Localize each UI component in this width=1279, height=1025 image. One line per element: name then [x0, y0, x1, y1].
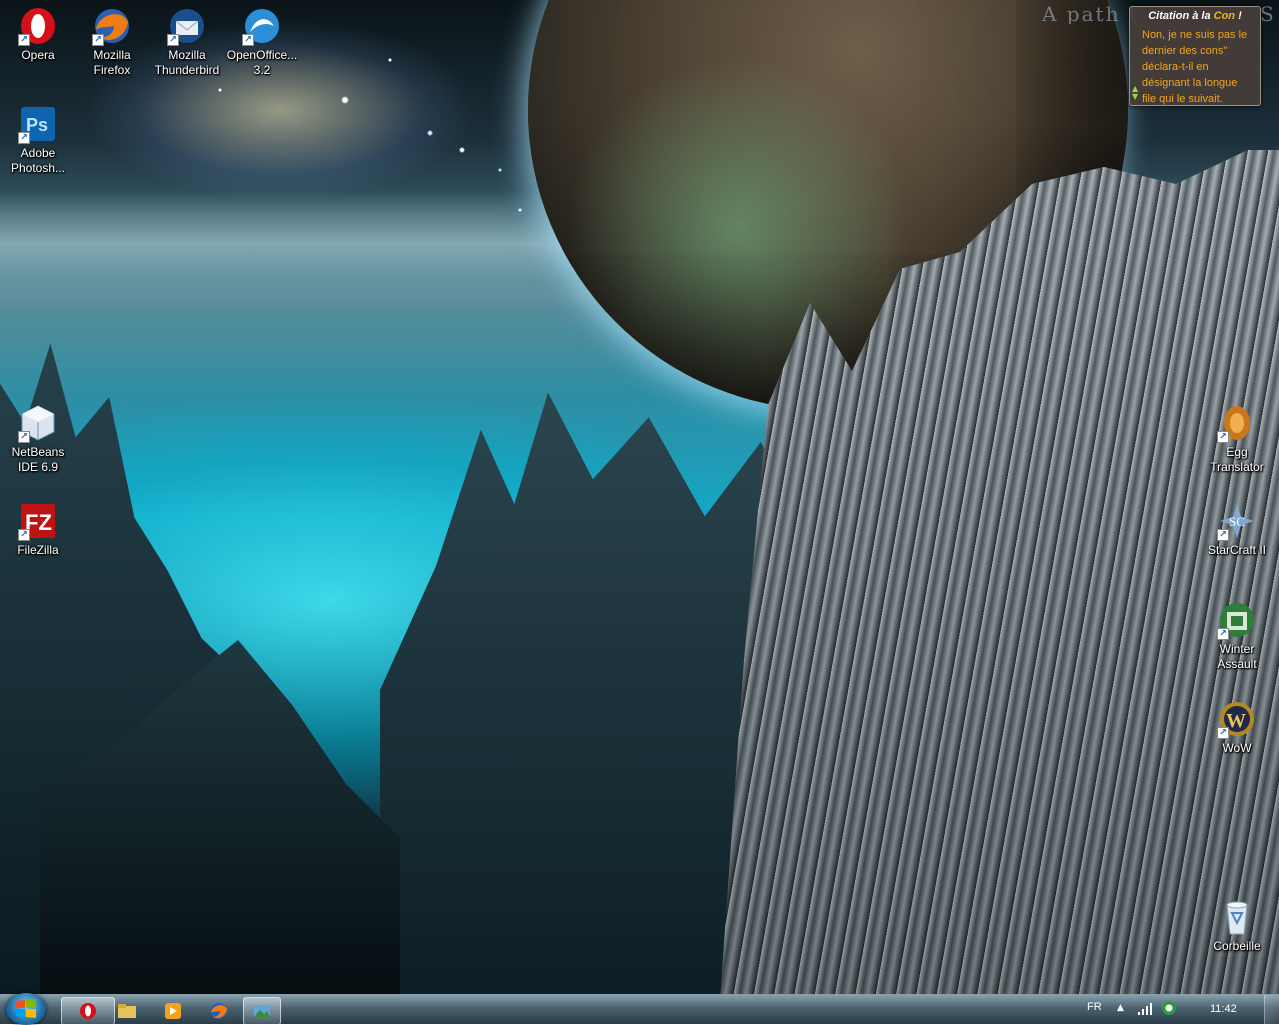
shortcut-arrow-icon: ↗	[1217, 628, 1229, 640]
desktop-icon-label: Egg Translator	[1210, 445, 1264, 474]
desktop-icon-label: WoW	[1222, 741, 1252, 755]
shortcut-arrow-icon: ↗	[18, 529, 30, 541]
show-desktop-button[interactable]	[1264, 995, 1279, 1024]
wallpaper-text: A path t	[1042, 2, 1139, 24]
start-button[interactable]	[6, 993, 46, 1025]
taskbar-desktop-app-button[interactable]	[243, 997, 281, 1025]
starcraft-icon: SC ↗	[1217, 501, 1257, 541]
taskbar-explorer-button[interactable]	[101, 997, 153, 1025]
gadget-title-con: Con	[1213, 10, 1236, 22]
desktop-app-icon	[254, 1005, 270, 1017]
svg-text:W: W	[1226, 710, 1246, 732]
desktop-icon-label: Mozilla Thunderbird	[154, 48, 220, 77]
desktop-icon-recycle-bin[interactable]: Corbeille	[1199, 891, 1275, 954]
shortcut-arrow-icon: ↗	[18, 34, 30, 46]
tray-app-icon[interactable]	[1161, 1000, 1177, 1020]
egg-translator-icon: ↗	[1217, 403, 1257, 443]
desktop-icon-label: Opera	[21, 48, 55, 62]
gadget-scroll-arrows-icon[interactable]: ▲ ▼	[1132, 85, 1138, 101]
desktop-icon-winter-assault[interactable]: ↗ Winter Assault	[1199, 594, 1275, 672]
desktop-icon-label: Winter Assault	[1217, 642, 1257, 671]
desktop-icon-label: OpenOffice... 3.2	[226, 48, 298, 77]
thunderbird-icon: ↗	[167, 6, 207, 46]
recycle-bin-icon	[1217, 897, 1257, 937]
desktop-icon-firefox[interactable]: ↗ Mozilla Firefox	[74, 0, 150, 78]
desktop-icon-starcraft[interactable]: SC ↗ StarCraft II	[1199, 495, 1275, 558]
windows-logo-icon	[16, 999, 36, 1018]
desktop-icon-filezilla[interactable]: FZ ↗ FileZilla	[0, 495, 76, 558]
desktop-icon-egg-translator[interactable]: ↗ Egg Translator	[1199, 397, 1275, 475]
taskbar-firefox-button[interactable]	[193, 997, 245, 1025]
wallpaper-text-end: S	[1260, 2, 1274, 26]
desktop-icon-thunderbird[interactable]: ↗ Mozilla Thunderbird	[149, 0, 225, 78]
netbeans-icon: ↗	[18, 403, 58, 443]
shortcut-arrow-icon: ↗	[1217, 529, 1229, 541]
shortcut-arrow-icon: ↗	[92, 34, 104, 46]
gadget-quote-text: Non, je ne suis pas le dernier des cons"…	[1142, 29, 1248, 105]
desktop-icon-netbeans[interactable]: ↗ NetBeans IDE 6.9	[0, 397, 76, 475]
shortcut-arrow-icon: ↗	[167, 34, 179, 46]
media-player-icon	[165, 1003, 181, 1019]
shortcut-arrow-icon: ↗	[242, 34, 254, 46]
firefox-icon: ↗	[92, 6, 132, 46]
desktop-icon-label: Corbeille	[1213, 939, 1261, 953]
svg-text:SC: SC	[1229, 514, 1245, 529]
photoshop-icon: Ps ↗	[18, 104, 58, 144]
shortcut-arrow-icon: ↗	[18, 132, 30, 144]
quote-gadget[interactable]: Citation à la Con ! Non, je ne suis pas …	[1129, 6, 1261, 106]
gadget-title-suffix: !	[1235, 10, 1242, 22]
shortcut-arrow-icon: ↗	[1217, 431, 1229, 443]
shortcut-arrow-icon: ↗	[1217, 727, 1229, 739]
shortcut-arrow-icon: ↗	[18, 431, 30, 443]
desktop-icon-label: Mozilla Firefox	[93, 48, 131, 77]
gadget-title: Citation à la Con !	[1136, 7, 1254, 25]
filezilla-icon: FZ ↗	[18, 501, 58, 541]
opera-icon: ↗	[18, 6, 58, 46]
desktop[interactable]: A path t S ↗ Opera ↗ Mozilla Firefox ↗ M…	[0, 0, 1279, 994]
desktop-icon-label: NetBeans IDE 6.9	[11, 445, 65, 474]
taskbar: FR ▲ 11:42	[0, 993, 1279, 1025]
network-signal-icon[interactable]	[1137, 1001, 1153, 1020]
gadget-title-prefix: Citation à la	[1148, 10, 1214, 22]
desktop-icon-wow[interactable]: W ↗ WoW	[1199, 693, 1275, 756]
language-indicator[interactable]: FR	[1087, 1001, 1102, 1013]
show-hidden-icons-icon[interactable]: ▲	[1117, 1003, 1124, 1013]
taskbar-clock[interactable]: 11:42	[1210, 1003, 1237, 1015]
opera-icon	[80, 1003, 96, 1019]
winter-assault-icon: ↗	[1217, 600, 1257, 640]
wow-icon: W ↗	[1217, 699, 1257, 739]
desktop-icon-openoffice[interactable]: ↗ OpenOffice... 3.2	[224, 0, 300, 78]
desktop-icon-opera[interactable]: ↗ Opera	[0, 0, 76, 63]
desktop-icon-label: FileZilla	[17, 543, 59, 557]
desktop-icon-label: StarCraft II	[1207, 543, 1266, 557]
firefox-icon	[211, 1003, 227, 1019]
taskbar-media-player-button[interactable]	[147, 997, 199, 1025]
openoffice-icon: ↗	[242, 6, 282, 46]
desktop-icon-label: Adobe Photosh...	[10, 146, 66, 175]
folder-icon	[118, 1004, 136, 1018]
desktop-icon-photoshop[interactable]: Ps ↗ Adobe Photosh...	[0, 98, 76, 176]
